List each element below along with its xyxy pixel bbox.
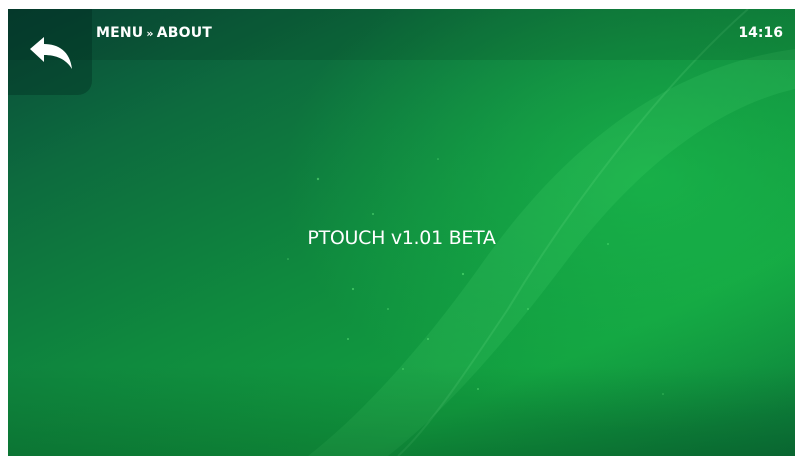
breadcrumb: MENU» ABOUT: [96, 25, 212, 41]
breadcrumb-item-menu[interactable]: MENU: [96, 25, 143, 41]
about-screen: MENU» ABOUT 14:16 PTOUCH v1.01 BETA: [8, 9, 795, 456]
back-arrow-icon[interactable]: [26, 35, 76, 75]
version-label: PTOUCH v1.01 BETA: [307, 227, 496, 249]
clock: 14:16: [738, 25, 783, 41]
breadcrumb-item-about: ABOUT: [156, 25, 213, 41]
bottom-shade: [8, 366, 795, 456]
breadcrumb-separator: »: [146, 27, 154, 40]
back-button[interactable]: [8, 9, 92, 95]
